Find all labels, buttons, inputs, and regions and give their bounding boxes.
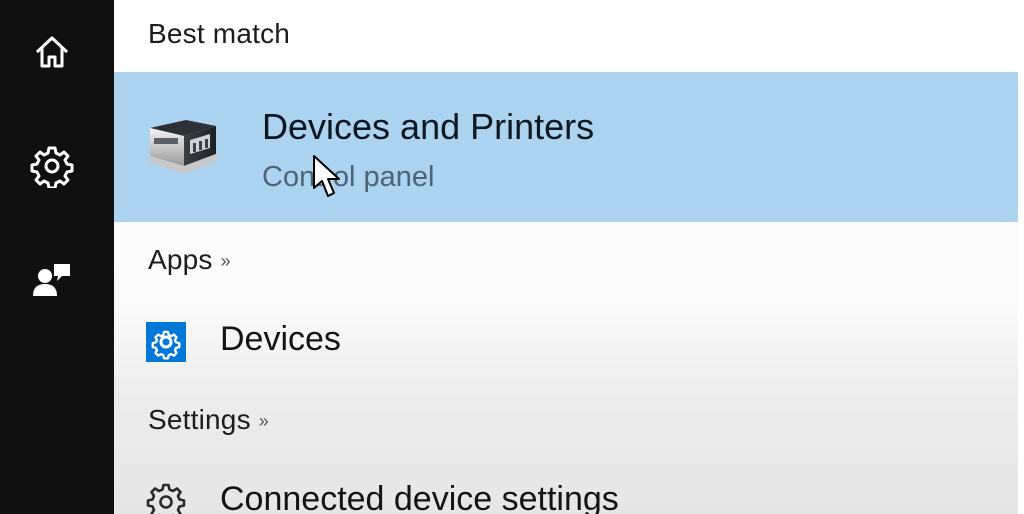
search-flyout: Best match Devices and Printers Control …	[0, 0, 1024, 514]
feedback-button[interactable]	[22, 250, 82, 310]
apps-chevron-icon[interactable]: »	[221, 251, 231, 271]
best-match-title-bold: Devices	[262, 106, 391, 147]
home-icon	[32, 32, 72, 72]
best-match-header: Best match	[148, 18, 291, 49]
apps-header-label: Apps	[148, 244, 213, 275]
settings-button[interactable]	[22, 136, 82, 196]
settings-header: Settings »	[148, 404, 269, 436]
window-edge	[1018, 0, 1024, 514]
best-match-subtitle: Control panel	[262, 161, 435, 193]
best-match-result[interactable]: Devices and Printers Control panel	[114, 72, 1018, 222]
best-match-title: Devices and Printers	[262, 106, 594, 148]
gear-outline-icon	[146, 482, 186, 514]
left-rail	[0, 0, 114, 514]
gear-icon	[30, 144, 74, 188]
settings-header-label: Settings	[148, 404, 251, 435]
list-item-connected-device-settings-label: Connected device settings	[220, 480, 619, 514]
apps-header: Apps »	[148, 244, 231, 276]
settings-chevron-icon[interactable]: »	[259, 411, 269, 431]
best-match-title-rest: and Printers	[390, 106, 595, 147]
list-item-devices-label: Devices	[220, 320, 341, 358]
list-item-connected-device-settings[interactable]: Connected device settings	[114, 472, 1018, 514]
results-panel: Best match Devices and Printers Control …	[114, 0, 1018, 514]
feedback-icon	[30, 258, 74, 302]
printer-icon	[144, 116, 226, 178]
settings-gear-blue-icon	[146, 322, 186, 362]
list-item-devices[interactable]: Devices	[114, 312, 1018, 372]
mouse-cursor-icon	[312, 154, 342, 200]
home-button[interactable]	[22, 22, 82, 82]
